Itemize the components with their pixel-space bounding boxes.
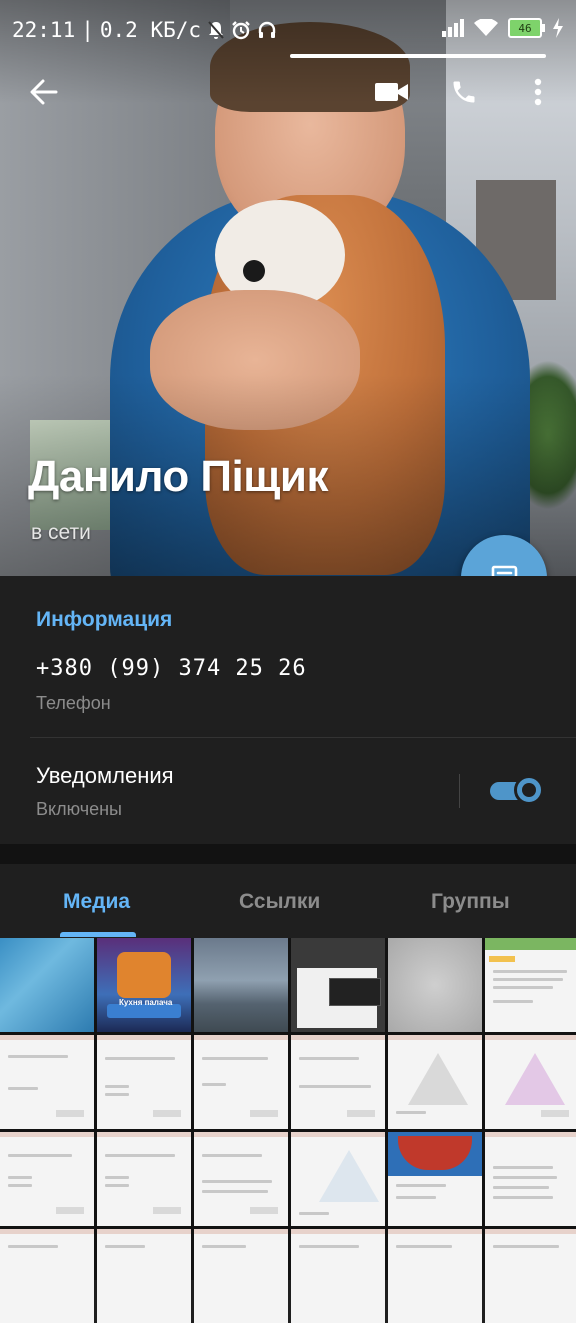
media-grid: Кухня палача	[0, 938, 576, 1323]
media-thumbnail[interactable]: Кухня палача	[97, 938, 191, 1032]
tab-media[interactable]: Медиа	[63, 890, 130, 914]
signal-icon	[442, 19, 464, 37]
video-call-icon	[375, 83, 408, 101]
battery-icon: 46	[508, 18, 545, 38]
status-left: 22:11 | 0.2 КБ/с	[12, 18, 277, 42]
media-thumbnail[interactable]	[388, 1035, 482, 1129]
toggle-knob	[514, 775, 544, 805]
status-network-speed: 0.2 КБ/с	[99, 18, 202, 42]
phone-icon	[453, 81, 475, 103]
media-thumbnail[interactable]	[97, 1229, 191, 1323]
voice-call-button[interactable]	[442, 68, 486, 116]
headphones-icon	[258, 21, 276, 38]
media-thumbnail[interactable]	[0, 1132, 94, 1226]
notifications-label[interactable]: Уведомления	[36, 763, 174, 789]
media-thumbnail[interactable]	[485, 1132, 576, 1226]
media-thumbnail[interactable]	[291, 1035, 385, 1129]
notifications-state: Включены	[36, 799, 122, 819]
media-thumbnail[interactable]	[0, 1035, 94, 1129]
info-divider	[30, 737, 576, 738]
section-gap	[0, 844, 576, 864]
media-thumbnail[interactable]	[485, 938, 576, 1032]
arrow-left-icon	[30, 79, 58, 105]
back-button[interactable]	[22, 68, 66, 116]
status-bar: 22:11 | 0.2 КБ/с 46	[0, 0, 576, 60]
info-section: Информация +380 (99) 374 25 26 Телефон У…	[0, 576, 576, 844]
notifications-separator	[459, 774, 460, 808]
story-progress-line	[290, 54, 546, 58]
mute-bell-icon	[208, 21, 224, 39]
media-thumbnail[interactable]	[291, 1229, 385, 1323]
status-right: 46	[442, 18, 564, 38]
status-time: 22:11	[12, 18, 76, 42]
media-thumbnail[interactable]	[0, 1229, 94, 1323]
media-thumbnail[interactable]	[291, 1132, 385, 1226]
media-thumbnail[interactable]	[485, 1229, 576, 1323]
profile-toolbar	[0, 68, 576, 118]
media-thumbnail[interactable]	[194, 938, 288, 1032]
media-thumbnail[interactable]	[97, 1132, 191, 1226]
media-thumbnail[interactable]	[388, 1132, 482, 1226]
charging-icon	[553, 18, 563, 38]
media-thumbnail[interactable]	[388, 1229, 482, 1323]
shared-media-tabs: Медиа Ссылки Группы	[0, 864, 576, 938]
media-thumbnail[interactable]	[291, 938, 385, 1032]
media-thumbnail[interactable]	[97, 1035, 191, 1129]
more-menu-button[interactable]	[518, 68, 558, 116]
info-section-title: Информация	[36, 608, 173, 631]
media-thumbnail[interactable]	[388, 938, 482, 1032]
notifications-toggle[interactable]	[490, 775, 544, 805]
video-call-button[interactable]	[370, 68, 414, 116]
wifi-icon	[474, 19, 498, 36]
presence-status: в сети	[31, 521, 91, 544]
alarm-icon	[232, 21, 250, 40]
tab-groups[interactable]: Группы	[431, 890, 510, 914]
media-thumbnail[interactable]	[194, 1229, 288, 1323]
phone-label: Телефон	[36, 693, 111, 713]
phone-number[interactable]: +380 (99) 374 25 26	[36, 656, 307, 681]
media-thumbnail[interactable]	[0, 938, 94, 1032]
tab-active-indicator	[60, 932, 136, 937]
profile-name: Данило Піщик	[28, 452, 328, 501]
game-caption: Кухня палача	[119, 998, 173, 1007]
more-vert-icon	[534, 78, 542, 106]
status-separator: |	[81, 18, 94, 42]
media-thumbnail[interactable]	[194, 1132, 288, 1226]
media-thumbnail[interactable]	[485, 1035, 576, 1129]
tab-links[interactable]: Ссылки	[239, 890, 320, 914]
media-thumbnail[interactable]	[194, 1035, 288, 1129]
